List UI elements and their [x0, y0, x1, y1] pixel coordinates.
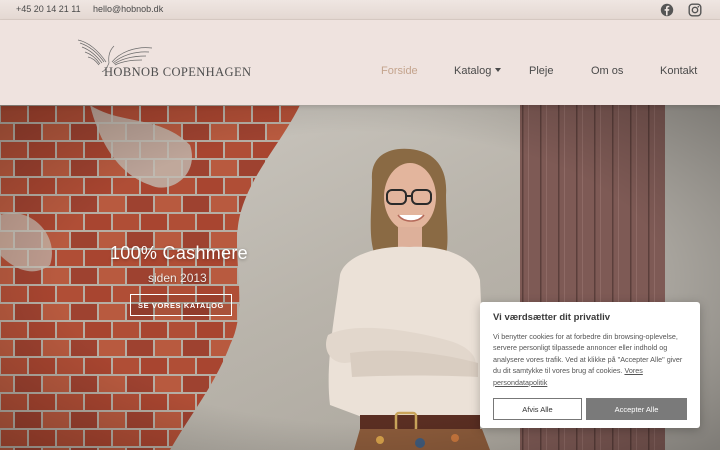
cookie-title: Vi værdsætter dit privatliv	[493, 312, 611, 323]
catalog-button[interactable]: SE VORES KATALOG	[130, 294, 232, 316]
accept-all-button[interactable]: Accepter Alle	[586, 398, 687, 420]
email-link[interactable]: hello@hobnob.dk	[93, 4, 163, 14]
nav-om-os[interactable]: Om os	[591, 65, 623, 77]
phone-link[interactable]: +45 20 14 21 11	[16, 4, 81, 14]
nav-kontakt[interactable]: Kontakt	[660, 65, 697, 77]
decline-all-button[interactable]: Afvis Alle	[493, 398, 582, 420]
nav-katalog[interactable]: Katalog	[454, 65, 502, 77]
logo[interactable]: HOBNOB COPENHAGEN	[76, 38, 256, 86]
cookie-consent-banner: Vi værdsætter dit privatliv Vi benytter …	[480, 302, 700, 428]
hero-subtitle: siden 2013	[148, 271, 207, 285]
nav-forside[interactable]: Forside	[381, 65, 418, 77]
hero-title: 100% Cashmere	[110, 243, 248, 263]
nav-katalog-label: Katalog	[454, 65, 492, 77]
top-bar: +45 20 14 21 11 hello@hobnob.dk	[0, 0, 720, 20]
cookie-body-text: Vi benytter cookies for at forbedre din …	[493, 332, 683, 376]
nav-pleje[interactable]: Pleje	[529, 65, 553, 77]
instagram-icon[interactable]	[688, 3, 702, 17]
cookie-text: Vi benytter cookies for at forbedre din …	[493, 331, 691, 388]
facebook-icon[interactable]	[660, 3, 674, 17]
logo-text: HOBNOB COPENHAGEN	[104, 65, 252, 79]
site-header: HOBNOB COPENHAGEN Forside Katalog Pleje …	[0, 20, 720, 105]
chevron-down-icon	[495, 68, 502, 72]
